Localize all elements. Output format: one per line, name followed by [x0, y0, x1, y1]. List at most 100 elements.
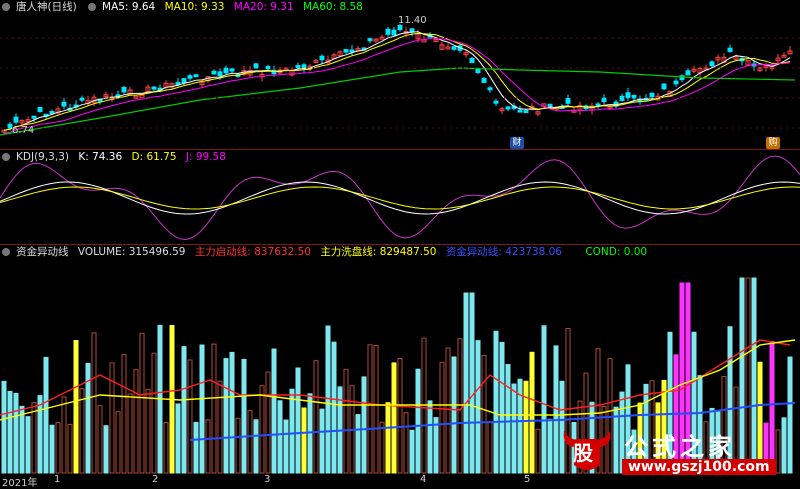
volume-bar	[223, 358, 229, 474]
candle-body	[547, 103, 553, 107]
candle-body	[31, 115, 37, 119]
candle-body	[481, 78, 487, 83]
finance-badge[interactable]: 财	[510, 137, 524, 149]
kdj-d-line	[0, 186, 800, 210]
volume-bar	[373, 344, 379, 474]
volume-bar	[109, 362, 115, 474]
volume-bar	[61, 396, 67, 474]
volume-bar	[277, 400, 283, 474]
volume-bar	[37, 395, 43, 474]
volume-bar	[367, 344, 373, 474]
candle-body	[505, 106, 511, 110]
x-axis-month: 3	[264, 474, 271, 485]
volume-bar	[427, 400, 433, 474]
candle-body	[421, 39, 427, 43]
candle-body	[253, 63, 259, 69]
candle-body	[565, 97, 571, 104]
volume-bar	[439, 361, 445, 474]
candle-body	[151, 86, 157, 90]
candle-body	[13, 116, 19, 123]
volume-bar	[499, 341, 505, 474]
ma20-line	[3, 37, 791, 134]
volume-bar	[457, 338, 463, 474]
volume-bar	[199, 344, 205, 474]
candle-body	[121, 86, 127, 93]
volume-bar	[163, 421, 169, 474]
volume-bar	[301, 407, 307, 474]
candle-body	[487, 87, 493, 91]
volume-bar	[181, 346, 187, 474]
volume-bar	[103, 425, 109, 474]
volume-bar	[175, 403, 181, 474]
price-high-label: 11.40	[398, 15, 427, 26]
candle-body	[79, 97, 85, 101]
volume-bar	[187, 359, 193, 474]
candle-body	[661, 83, 667, 90]
volume-bar	[451, 356, 457, 474]
candle-body	[295, 65, 301, 69]
volume-bar	[391, 362, 397, 474]
volume-bar	[43, 356, 49, 474]
volume-bar	[217, 380, 223, 474]
volume-bar	[481, 355, 487, 474]
ma10-line	[3, 32, 791, 131]
volume-bar	[235, 417, 241, 474]
watermark-url: www.gszj100.com	[622, 459, 776, 475]
volume-bar	[397, 358, 403, 474]
volume-bar	[19, 405, 25, 474]
candle-body	[493, 100, 499, 104]
volume-bar	[133, 369, 139, 474]
candle-body	[673, 80, 679, 85]
buyback-badge[interactable]: 购	[766, 137, 780, 149]
volume-bar	[271, 348, 277, 474]
volume-bar	[31, 402, 37, 474]
volume-bar	[121, 354, 127, 474]
volume-bar	[265, 371, 271, 474]
candle-body	[37, 106, 43, 113]
volume-bar	[241, 358, 247, 474]
candle-body	[727, 47, 733, 52]
volume-bar	[259, 385, 265, 474]
candle-body	[619, 95, 625, 101]
candle-body	[367, 38, 373, 42]
volume-bar	[433, 417, 439, 474]
volume-bar	[385, 402, 391, 474]
volume-bar	[139, 332, 145, 474]
volume-bar	[13, 392, 19, 474]
watermark-name: 公式之家	[624, 433, 736, 461]
candle-body	[181, 78, 187, 84]
price-low-label: 6.74	[12, 125, 35, 136]
volume-bar	[403, 412, 409, 474]
candle-body	[601, 97, 607, 103]
volume-bar	[73, 340, 79, 474]
x-axis-month: 5	[524, 474, 531, 485]
volume-bar	[295, 367, 301, 474]
candle-body	[709, 61, 715, 67]
volume-bar	[487, 421, 493, 474]
volume-bar	[535, 428, 541, 474]
candle-body	[265, 66, 271, 70]
candle-body	[385, 28, 391, 35]
x-axis-month: 1	[54, 474, 61, 485]
candle-body	[475, 68, 481, 74]
volume-bar	[511, 383, 517, 474]
volume-bar	[127, 393, 133, 474]
volume-bar	[193, 421, 199, 474]
volume-bar	[493, 330, 499, 474]
volume-bar	[211, 343, 217, 474]
kdj-chart[interactable]	[0, 150, 800, 245]
candle-body	[517, 109, 523, 113]
volume-bar	[547, 418, 553, 474]
x-axis-month: 4	[420, 474, 427, 485]
candle-body	[187, 75, 193, 79]
watermark-logo-text: 股	[573, 441, 593, 465]
volume-bar	[25, 416, 31, 474]
candle-body	[469, 57, 475, 64]
volume-bar	[379, 421, 385, 474]
volume-bar	[523, 380, 529, 474]
volume-bar	[97, 405, 103, 474]
volume-bar	[151, 352, 157, 474]
volume-bar	[343, 368, 349, 474]
candle-body	[61, 101, 67, 107]
candle-body	[49, 111, 55, 115]
